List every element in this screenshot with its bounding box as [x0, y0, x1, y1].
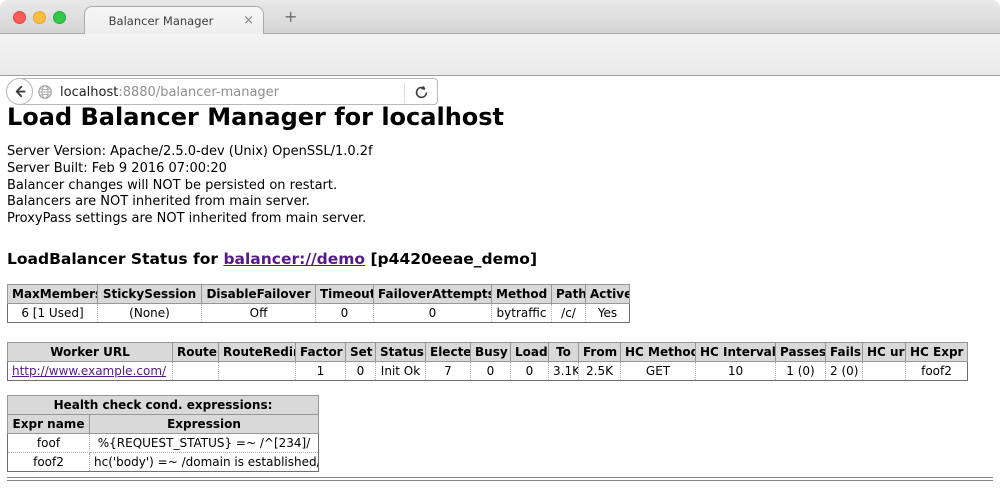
balancer-table: MaxMembers StickySession DisableFailover…	[7, 284, 630, 323]
url-domain: localhost	[60, 85, 118, 100]
col-disablefailover: DisableFailover	[202, 284, 316, 303]
col-maxmembers: MaxMembers	[8, 284, 98, 303]
balancer-status-heading: LoadBalancer Status for balancer://demo …	[7, 250, 1000, 268]
notice-inherit: Balancers are NOT inherited from main se…	[7, 194, 1000, 211]
page-content: Load Balancer Manager for localhost Serv…	[0, 77, 1000, 491]
worker-table: Worker URL Route RouteRedir Factor Set S…	[7, 342, 968, 381]
url-path: :8880/balancer-manager	[118, 85, 279, 100]
col-expression: Expression	[90, 414, 319, 433]
server-version: Server Version: Apache/2.5.0-dev (Unix) …	[7, 144, 1000, 161]
col-failoverattempts: FailoverAttempts	[374, 284, 492, 303]
balancer-table-header-row: MaxMembers StickySession DisableFailover…	[8, 284, 630, 303]
minimize-window-button[interactable]	[33, 11, 46, 24]
back-icon	[12, 84, 27, 99]
balancer-table-row: 6 [1 Used] (None) Off 0 0 bytraffic /c/ …	[8, 303, 630, 322]
col-stickysession: StickySession	[98, 284, 202, 303]
worker-table-header-row: Worker URL Route RouteRedir Factor Set S…	[8, 342, 968, 361]
col-path: Path	[552, 284, 586, 303]
notice-proxypass: ProxyPass settings are NOT inherited fro…	[7, 211, 1000, 228]
globe-icon	[37, 84, 53, 100]
close-tab-icon[interactable]: ×	[243, 13, 254, 28]
worker-status: Init Ok	[376, 361, 426, 380]
tab-title: Balancer Manager	[85, 14, 237, 28]
col-method: Method	[492, 284, 552, 303]
heading-suffix: [p4420eeae_demo]	[365, 250, 537, 268]
server-built: Server Built: Feb 9 2016 07:00:20	[7, 161, 1000, 178]
health-table-title-row: Health check cond. expressions:	[8, 395, 319, 414]
health-table-row: foof %{REQUEST_STATUS} =~ /^[234]/	[8, 433, 319, 452]
back-button[interactable]	[6, 78, 33, 105]
reload-icon	[414, 85, 429, 100]
health-table-header-row: Expr name Expression	[8, 414, 319, 433]
col-expr-name: Expr name	[8, 414, 90, 433]
reload-button[interactable]	[414, 85, 429, 104]
health-table-row: foof2 hc('body') =~ /domain is establish…	[8, 452, 319, 471]
worker-url-link[interactable]: http://www.example.com/	[12, 364, 166, 378]
col-active: Active	[586, 284, 630, 303]
health-check-table: Health check cond. expressions: Expr nam…	[7, 395, 319, 472]
url-text[interactable]: localhost:8880/balancer-manager	[60, 85, 279, 100]
server-info: Server Version: Apache/2.5.0-dev (Unix) …	[7, 144, 1000, 228]
navigation-toolbar: localhost:8880/balancer-manager	[0, 34, 1000, 76]
tab-bar: Balancer Manager × +	[0, 0, 1000, 34]
col-timeout: Timeout	[316, 284, 374, 303]
col-worker-url: Worker URL	[8, 342, 173, 361]
tab-balancer-manager[interactable]: Balancer Manager ×	[84, 6, 264, 34]
balancer-link[interactable]: balancer://demo	[223, 250, 365, 268]
worker-table-row: http://www.example.com/ 1 0 Init Ok 7 0 …	[8, 361, 968, 380]
close-window-button[interactable]	[13, 11, 26, 24]
new-tab-button[interactable]: +	[284, 7, 297, 26]
notice-persist: Balancer changes will NOT be persisted o…	[7, 178, 1000, 195]
zoom-window-button[interactable]	[53, 11, 66, 24]
browser-window: Balancer Manager × + localhost:8880/bala…	[0, 0, 1000, 491]
health-table-title: Health check cond. expressions:	[8, 395, 319, 414]
heading-prefix: LoadBalancer Status for	[7, 250, 223, 268]
url-bar[interactable]: localhost:8880/balancer-manager	[19, 78, 438, 105]
page-bottom-divider	[7, 477, 993, 481]
page-title: Load Balancer Manager for localhost	[7, 103, 1000, 131]
url-bar-divider	[404, 82, 405, 103]
